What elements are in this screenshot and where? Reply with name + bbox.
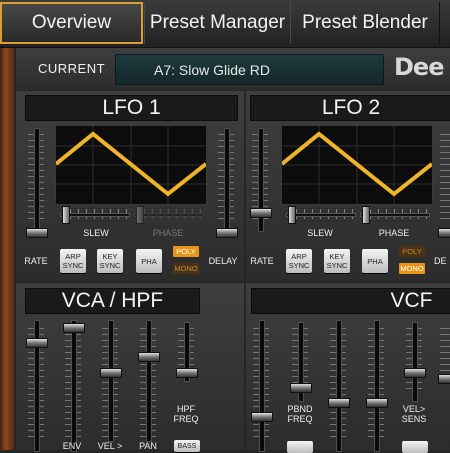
tab-overview[interactable]: Overview [0, 2, 143, 44]
lfo2-slew-label: SLEW [307, 228, 333, 238]
lfo1-rate-track [34, 128, 40, 232]
lfo2-delay-label: DE [434, 256, 447, 266]
tab-bar: Overview Preset Manager Preset Blender [0, 0, 450, 48]
lfo2-waveform [280, 126, 434, 204]
tab-preset-blender[interactable]: Preset Blender [290, 2, 440, 44]
lfo2-title: LFO 2 [250, 95, 450, 121]
vca-slider-2[interactable] [63, 323, 85, 333]
lfo1-title: LFO 1 [25, 95, 238, 121]
lfo2-phase-label: PHASE [378, 228, 410, 238]
lfo2-waveform-display [280, 125, 434, 205]
vcf-slider-4[interactable] [366, 398, 388, 408]
vcf-pbnd-freq-slider[interactable] [290, 383, 312, 393]
lfo1-rate-slider[interactable] [26, 228, 48, 238]
lfo2-rate-label: RATE [250, 256, 274, 266]
wood-side-panel [0, 48, 14, 450]
lfo1-pha-button[interactable]: PHA [136, 249, 162, 273]
tab-preset-manager[interactable]: Preset Manager [144, 2, 291, 44]
lfo2-poly-toggle[interactable]: POLY [399, 246, 425, 257]
lfo1-rate-label: RATE [24, 256, 48, 266]
lfo2-slew-slider[interactable] [286, 206, 356, 224]
vca-hpf-freq-slider[interactable] [176, 368, 198, 378]
vca-title: VCA / HPF [25, 288, 200, 314]
lfo1-phase-slider[interactable] [134, 206, 204, 224]
lfo1-delay-track [224, 128, 230, 232]
vcf-vel-sens-label: VEL> SENS [401, 404, 427, 424]
lfo1-waveform [54, 126, 208, 204]
logo: Dee [394, 53, 444, 81]
lfo1-key-sync-button[interactable]: KEY SYNC [97, 249, 123, 273]
lfo1-waveform-display [54, 125, 208, 205]
current-preset-name: A7: Slow Glide RD [154, 61, 270, 78]
vcf-slider-6[interactable] [438, 374, 450, 384]
vcf-title: VCF [251, 288, 450, 314]
lfo1-arp-sync-button[interactable]: ARP SYNC [60, 249, 86, 273]
vca-pan-track [146, 320, 152, 442]
vcf-vel-sens-slider[interactable] [404, 368, 426, 378]
vcf-title-text: VCF [390, 289, 433, 312]
lfo1-delay-label: DELAY [208, 256, 238, 266]
vcf-slider3-track [336, 320, 342, 452]
vcf-button-1[interactable] [287, 441, 313, 453]
vcf-slider-1[interactable] [251, 412, 273, 422]
vca-hpf-freq-label: HPF FREQ [173, 404, 199, 424]
lfo1-mono-toggle[interactable]: MONO [173, 263, 199, 274]
vcf-slider4-track [374, 320, 380, 452]
lfo2-mono-toggle[interactable]: MONO [399, 263, 425, 274]
lfo1-delay-slider[interactable] [216, 228, 238, 238]
lfo1-slew-slider[interactable] [60, 206, 130, 224]
lfo2-arp-sync-button[interactable]: ARP SYNC [286, 249, 312, 273]
vca-pan-slider[interactable] [138, 352, 160, 362]
current-preset-display[interactable]: A7: Slow Glide RD [115, 54, 384, 85]
lfo2-rate-slider[interactable] [250, 208, 272, 218]
lfo2-phase-slider[interactable] [360, 206, 430, 224]
vcf-pbnd-freq-label: PBND FREQ [287, 404, 313, 424]
vcf-vel-track [412, 322, 418, 402]
vca-slider-1[interactable] [26, 338, 48, 348]
vca-slider2-track [71, 320, 77, 452]
vca-vel-track [108, 320, 114, 442]
vca-vel-slider[interactable] [100, 368, 122, 378]
vca-bass-button[interactable]: BASS [174, 440, 200, 452]
vcf-button-2[interactable] [402, 441, 428, 453]
vcf-slider6-ticks [440, 328, 450, 376]
lfo1-phase-label: PHASE [152, 228, 184, 238]
lfo2-key-sync-button[interactable]: KEY SYNC [324, 249, 350, 273]
lfo1-slew-label: SLEW [83, 228, 109, 238]
lfo1-poly-toggle[interactable]: POLY [173, 246, 199, 257]
vcf-slider-3[interactable] [328, 398, 350, 408]
vcf-slider1-track [259, 320, 265, 452]
lfo2-pha-button[interactable]: PHA [362, 249, 388, 273]
lfo2-delay-ticks [440, 134, 450, 224]
lfo2-delay-slider[interactable] [438, 228, 450, 238]
current-label: CURRENT [38, 61, 106, 76]
